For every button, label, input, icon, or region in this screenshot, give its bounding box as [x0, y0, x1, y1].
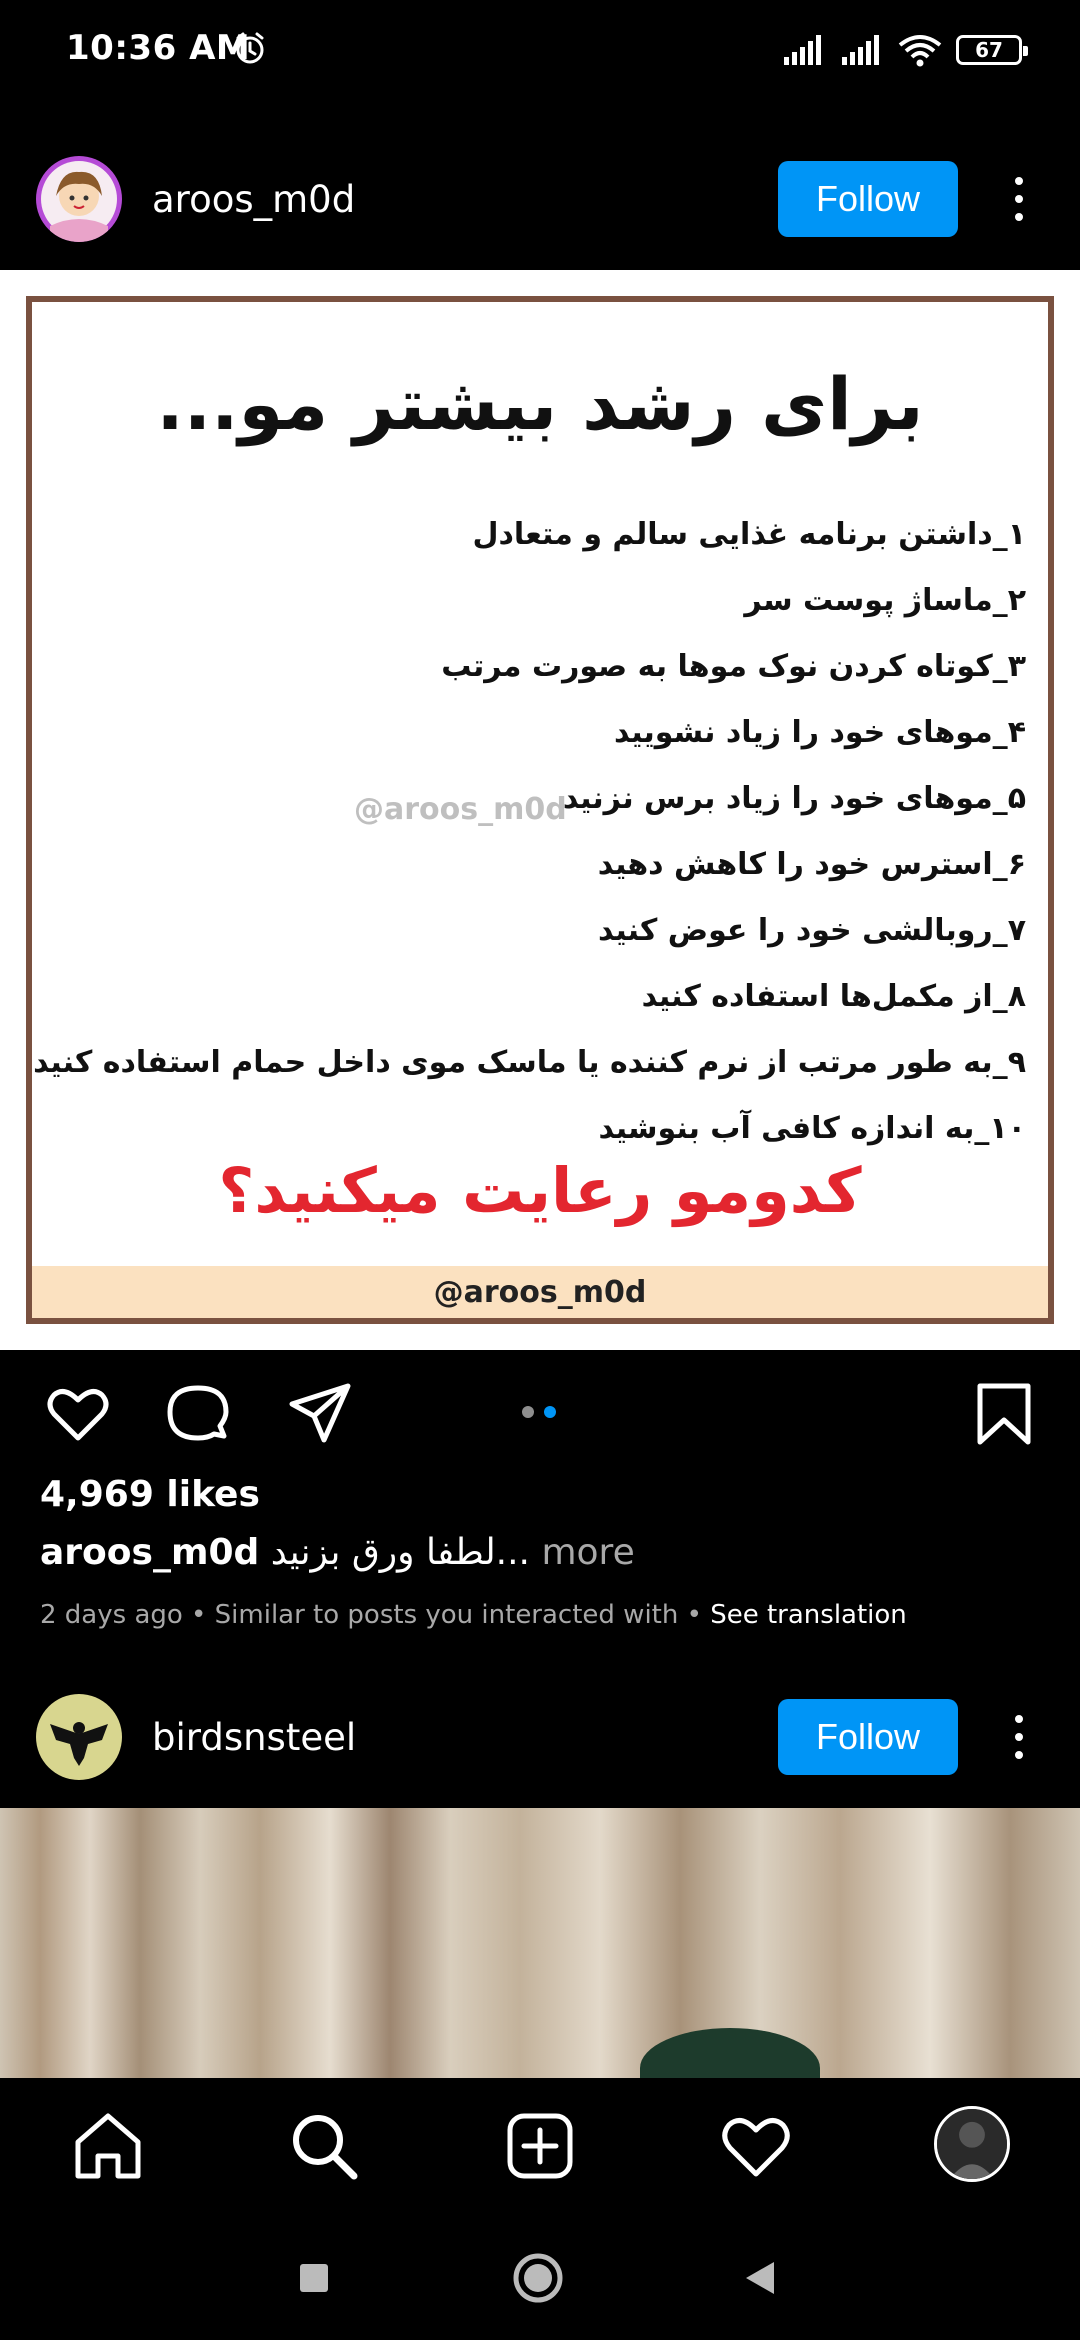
battery-level: 67	[975, 38, 1003, 62]
home-icon[interactable]	[70, 2108, 146, 2184]
tip-item: ۴_موهای خود را زیاد نشویید	[613, 715, 1026, 750]
home-circle-icon[interactable]	[512, 2252, 564, 2304]
post-meta: 2 days ago • Similar to posts you intera…	[40, 1600, 907, 1630]
signal-icon-2	[842, 35, 879, 65]
profile-avatar[interactable]	[934, 2106, 1010, 2182]
battery-icon: 67	[956, 35, 1028, 65]
image-footer-handle: @aroos_m0d	[32, 1266, 1048, 1318]
carousel-dot-active	[544, 1406, 556, 1418]
caption-text: لطفا ورق بزنید...	[270, 1532, 531, 1573]
more-options-icon-2[interactable]	[1004, 1707, 1034, 1767]
tip-item: ۳_کوتاه کردن نوک موها به صورت مرتب	[441, 649, 1026, 684]
likes-count[interactable]: 4,969 likes	[40, 1474, 260, 1515]
share-icon[interactable]	[286, 1380, 354, 1448]
post-username[interactable]: aroos_m0d	[152, 178, 355, 221]
avatar-2[interactable]	[36, 1694, 122, 1780]
post-username-2[interactable]: birdsnsteel	[152, 1716, 356, 1759]
post-time: 2 days ago	[40, 1600, 183, 1630]
follow-button[interactable]: Follow	[778, 161, 958, 237]
tip-item: ۹_به طور مرتب از نرم کننده یا ماسک موی د…	[33, 1045, 1026, 1080]
image-question: کدومو رعایت میکنید؟	[218, 1154, 862, 1227]
back-triangle-icon[interactable]	[742, 2260, 778, 2296]
new-post-icon[interactable]	[502, 2108, 578, 2184]
carousel-indicator	[522, 1406, 556, 1418]
profile-avatar-image	[937, 2109, 1007, 2179]
see-translation-link[interactable]: See translation	[710, 1600, 907, 1630]
image-watermark: @aroos_m0d	[354, 792, 567, 827]
tip-item: ۶_استرس خود را کاهش دهید	[597, 847, 1026, 882]
avatar[interactable]	[36, 156, 122, 242]
bird-head-partial	[640, 2028, 820, 2078]
comment-icon[interactable]	[164, 1380, 232, 1448]
post-header: aroos_m0d Follow	[0, 144, 1080, 254]
post-image[interactable]: برای رشد بیشتر مو... ۱_داشتن برنامه غذای…	[0, 270, 1080, 1350]
wifi-icon	[898, 35, 942, 67]
image-frame: برای رشد بیشتر مو... ۱_داشتن برنامه غذای…	[26, 296, 1054, 1324]
tip-item: ۱۰_به اندازه کافی آب بنوشید	[598, 1111, 1026, 1146]
bookmark-icon[interactable]	[970, 1380, 1038, 1448]
post-header-2: birdsnsteel Follow	[0, 1682, 1080, 1792]
image-title: برای رشد بیشتر مو...	[156, 362, 924, 446]
post-caption[interactable]: aroos_m0d لطفا ورق بزنید... more	[40, 1532, 635, 1573]
tip-item: ۲_ماساژ پوست سر	[744, 583, 1026, 618]
avatar-illustration	[41, 161, 117, 242]
caption-more-link[interactable]: more	[530, 1532, 634, 1573]
follow-button-2[interactable]: Follow	[778, 1699, 958, 1775]
status-bar: 10:36 AM 67	[0, 0, 1080, 100]
caption-username[interactable]: aroos_m0d	[40, 1532, 259, 1573]
tip-item: ۷_روبالشی خود را عوض کنید	[598, 913, 1026, 948]
recent-apps-icon[interactable]	[298, 2262, 330, 2294]
alarm-icon	[236, 32, 264, 64]
post-actions	[0, 1360, 1080, 1460]
tips-list: ۱_داشتن برنامه غذایی سالم و متعادل ۲_ماس…	[33, 502, 1026, 1162]
avatar-eagle-logo	[37, 1695, 121, 1779]
post-image-2[interactable]	[0, 1808, 1080, 2078]
search-icon[interactable]	[286, 2108, 362, 2184]
system-navigation-bar	[0, 2214, 1080, 2340]
like-heart-icon[interactable]	[44, 1380, 112, 1448]
status-time: 10:36 AM	[66, 28, 251, 68]
tip-item: ۸_از مکمل‌ها استفاده کنید	[641, 979, 1026, 1014]
activity-heart-icon[interactable]	[718, 2108, 794, 2184]
signal-icon	[784, 35, 821, 65]
carousel-dot	[522, 1406, 534, 1418]
post-similar-note: • Similar to posts you interacted with •	[182, 1600, 711, 1630]
tip-item: ۱_داشتن برنامه غذایی سالم و متعادل	[472, 517, 1026, 552]
more-options-icon[interactable]	[1004, 169, 1034, 229]
bottom-navigation	[0, 2078, 1080, 2214]
